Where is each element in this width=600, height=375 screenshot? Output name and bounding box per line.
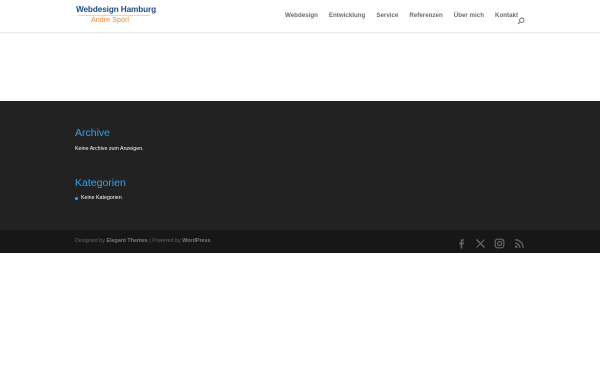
archive-widget-title: Archive [75,127,111,139]
main-content [0,34,600,101]
powered-by-label: Powered by [152,238,181,244]
rss-icon[interactable] [514,236,525,248]
site-logo[interactable]: Webdesign Hamburg Andre Spörl [76,5,156,24]
categories-widget-title: Kategorien [75,177,126,189]
footer-bottom-bar: Designed by Elegant Themes | Powered by … [0,230,600,253]
nav-item-entwicklung[interactable]: Entwicklung [329,12,365,19]
nav-item-kontakt[interactable]: Kontakt [495,12,518,19]
designed-by-label: Designed by [75,238,105,244]
elegant-themes-link[interactable]: Elegant Themes [106,238,147,244]
nav-item-webdesign[interactable]: Webdesign [285,12,318,19]
search-icon[interactable] [517,12,525,25]
footer-widgets: Archive Keine Archive zum Anzeigen. Kate… [0,101,600,230]
wordpress-link[interactable]: WordPress [182,238,210,244]
logo-title: Webdesign Hamburg [76,5,157,14]
list-bullet [75,197,78,200]
logo-divider [78,15,150,16]
facebook-icon[interactable] [456,236,467,249]
categories-widget-text: Keine Kategorien [81,195,122,201]
main-nav: Webdesign Entwicklung Service Referenzen… [285,12,529,19]
x-icon[interactable] [475,236,486,248]
credits-separator: | [149,238,151,244]
instagram-icon[interactable] [494,236,505,249]
site-header: Webdesign Hamburg Andre Spörl Webdesign … [0,0,600,33]
archive-widget-text: Keine Archive zum Anzeigen. [75,146,144,152]
nav-item-service[interactable]: Service [376,12,398,19]
nav-item-ueber-mich[interactable]: Über mich [454,12,484,19]
nav-item-referenzen[interactable]: Referenzen [409,12,442,19]
footer-credits: Designed by Elegant Themes | Powered by … [75,238,211,244]
logo-subtitle: Andre Spörl [91,17,130,24]
